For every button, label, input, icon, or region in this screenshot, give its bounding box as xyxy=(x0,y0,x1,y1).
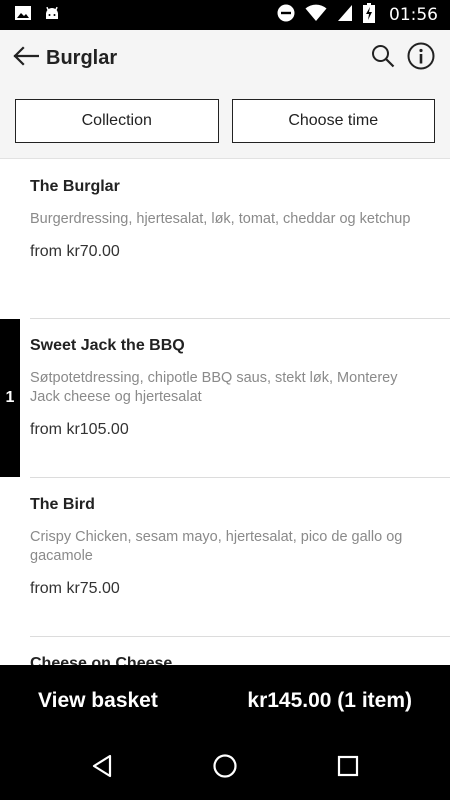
recents-square-icon xyxy=(337,755,359,782)
status-time: 01:56 xyxy=(389,5,438,25)
item-price: from kr105.00 xyxy=(30,421,129,438)
nav-home-button[interactable] xyxy=(205,749,245,789)
status-bar: 01:56 xyxy=(0,0,450,30)
menu-item[interactable]: Cheese on Cheese xyxy=(0,637,450,665)
view-basket-button[interactable]: View basket kr145.00 (1 item) xyxy=(0,665,450,737)
info-button[interactable] xyxy=(406,42,436,75)
item-description: Søtpotetdressing, chipotle BBQ saus, ste… xyxy=(30,370,398,405)
search-button[interactable] xyxy=(368,43,398,73)
item-price: from kr75.00 xyxy=(30,580,120,597)
menu-list: The Burglar Burgerdressing, hjertesalat,… xyxy=(0,160,450,665)
wifi-icon xyxy=(305,4,327,27)
info-icon xyxy=(407,42,435,75)
item-name: Sweet Jack the BBQ xyxy=(30,337,185,354)
item-description: Burgerdressing, hjertesalat, løk, tomat,… xyxy=(30,211,411,227)
item-description: Crispy Chicken, sesam mayo, hjertesalat,… xyxy=(30,529,403,564)
order-options: Collection Choose time xyxy=(0,86,450,159)
android-icon xyxy=(44,5,60,26)
back-triangle-icon xyxy=(91,754,113,783)
basket-label: View basket xyxy=(38,689,158,712)
basket-total: kr145.00 (1 item) xyxy=(247,689,412,712)
nav-recents-button[interactable] xyxy=(328,749,368,789)
menu-item[interactable]: 1 Sweet Jack the BBQ Søtpotetdressing, c… xyxy=(0,319,450,478)
menu-item[interactable]: The Bird Crispy Chicken, sesam mayo, hje… xyxy=(0,478,450,637)
quantity-badge: 1 xyxy=(0,319,20,477)
choose-time-button[interactable]: Choose time xyxy=(231,99,435,143)
app-bar: Burglar xyxy=(0,30,450,86)
item-name: Cheese on Cheese xyxy=(30,655,173,665)
menu-item[interactable]: The Burglar Burgerdressing, hjertesalat,… xyxy=(0,160,450,319)
item-name: The Bird xyxy=(30,496,95,513)
collection-button[interactable]: Collection xyxy=(15,99,219,143)
item-name: The Burglar xyxy=(30,178,120,195)
nav-back-button[interactable] xyxy=(82,749,122,789)
back-arrow-icon xyxy=(13,45,40,71)
signal-icon xyxy=(337,4,353,27)
home-circle-icon xyxy=(212,753,238,784)
do-not-disturb-icon xyxy=(277,4,295,27)
image-icon xyxy=(14,5,32,26)
search-icon xyxy=(371,44,395,73)
navigation-bar xyxy=(0,737,450,800)
battery-charging-icon xyxy=(363,2,375,28)
item-price: from kr70.00 xyxy=(30,243,120,260)
page-title: Burglar xyxy=(46,46,118,69)
